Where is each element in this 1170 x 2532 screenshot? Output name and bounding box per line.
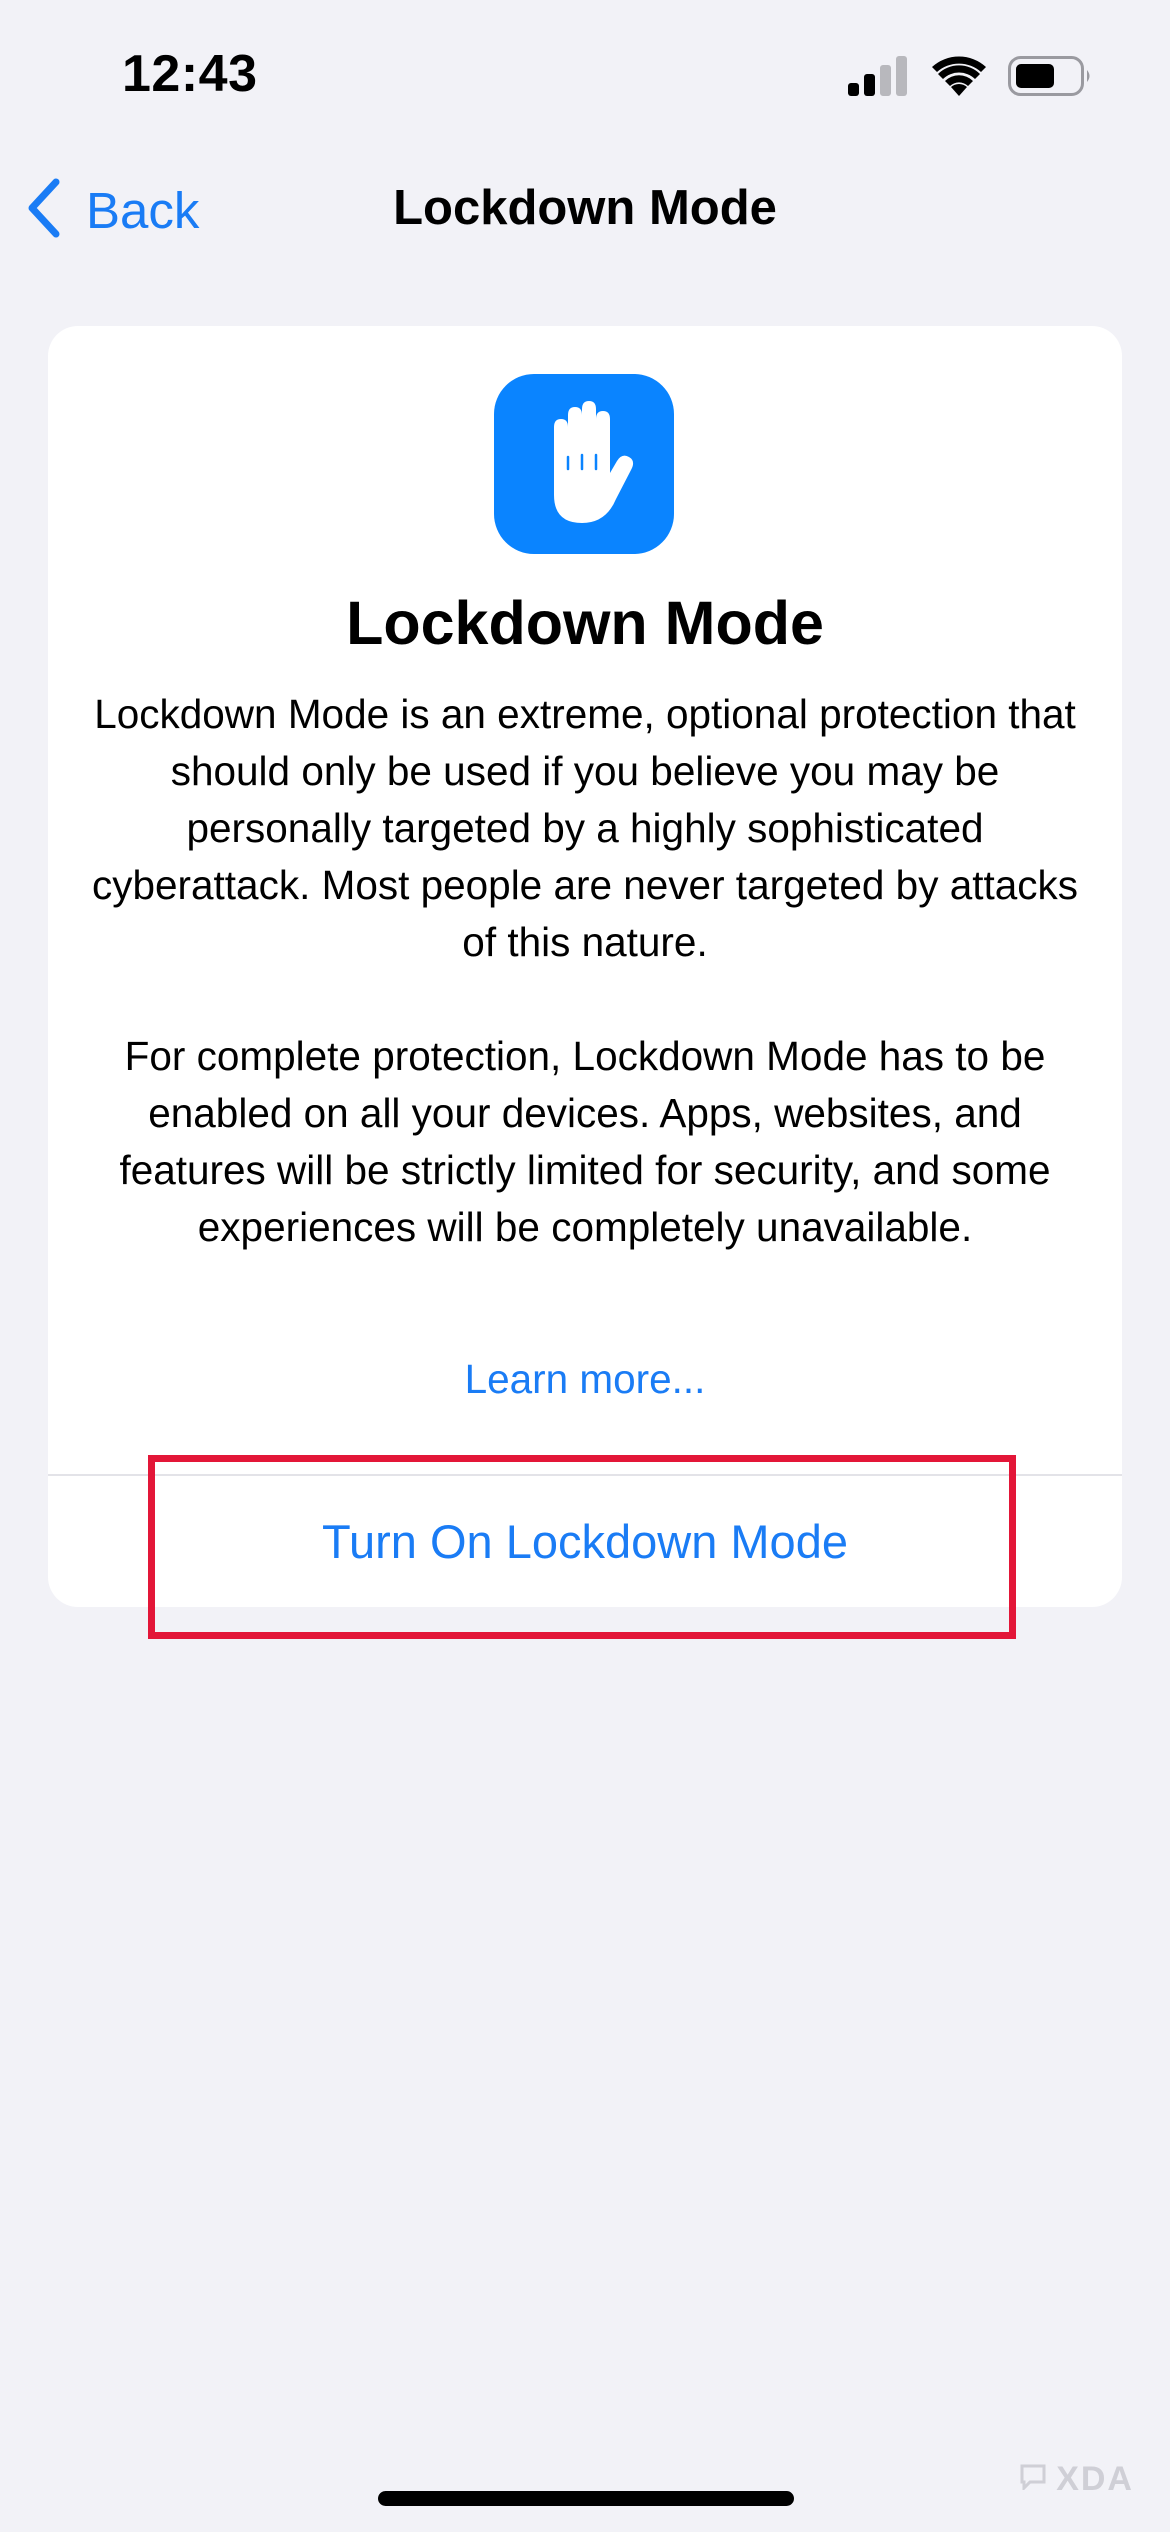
status-icons (848, 56, 1092, 101)
status-time: 12:43 (122, 45, 258, 103)
home-indicator[interactable] (378, 2491, 794, 2506)
lockdown-info-card: Lockdown Mode Lockdown Mode is an extrem… (48, 326, 1122, 1607)
battery-icon (1008, 56, 1092, 101)
turn-on-lockdown-mode-button[interactable]: Turn On Lockdown Mode (48, 1476, 1122, 1607)
xda-watermark: XDA (1018, 2460, 1134, 2499)
description-paragraph-2: For complete protection, Lockdown Mode h… (119, 1033, 1051, 1250)
wifi-icon (932, 56, 986, 101)
raised-hand-icon (494, 374, 674, 554)
cellular-signal-icon (848, 56, 910, 101)
chevron-left-icon (26, 178, 62, 243)
back-label: Back (86, 182, 200, 239)
status-bar: 12:43 (0, 0, 1170, 150)
navigation-bar: Lockdown Mode Back (0, 160, 1170, 260)
learn-more-link[interactable]: Learn more... (48, 1356, 1122, 1403)
card-description: Lockdown Mode is an extreme, optional pr… (88, 686, 1082, 1313)
xda-logo-icon (1018, 2460, 1048, 2499)
description-paragraph-1: Lockdown Mode is an extreme, optional pr… (91, 691, 1079, 965)
back-button[interactable]: Back (26, 178, 199, 243)
watermark-text: XDA (1056, 2460, 1134, 2498)
card-title: Lockdown Mode (346, 589, 824, 657)
